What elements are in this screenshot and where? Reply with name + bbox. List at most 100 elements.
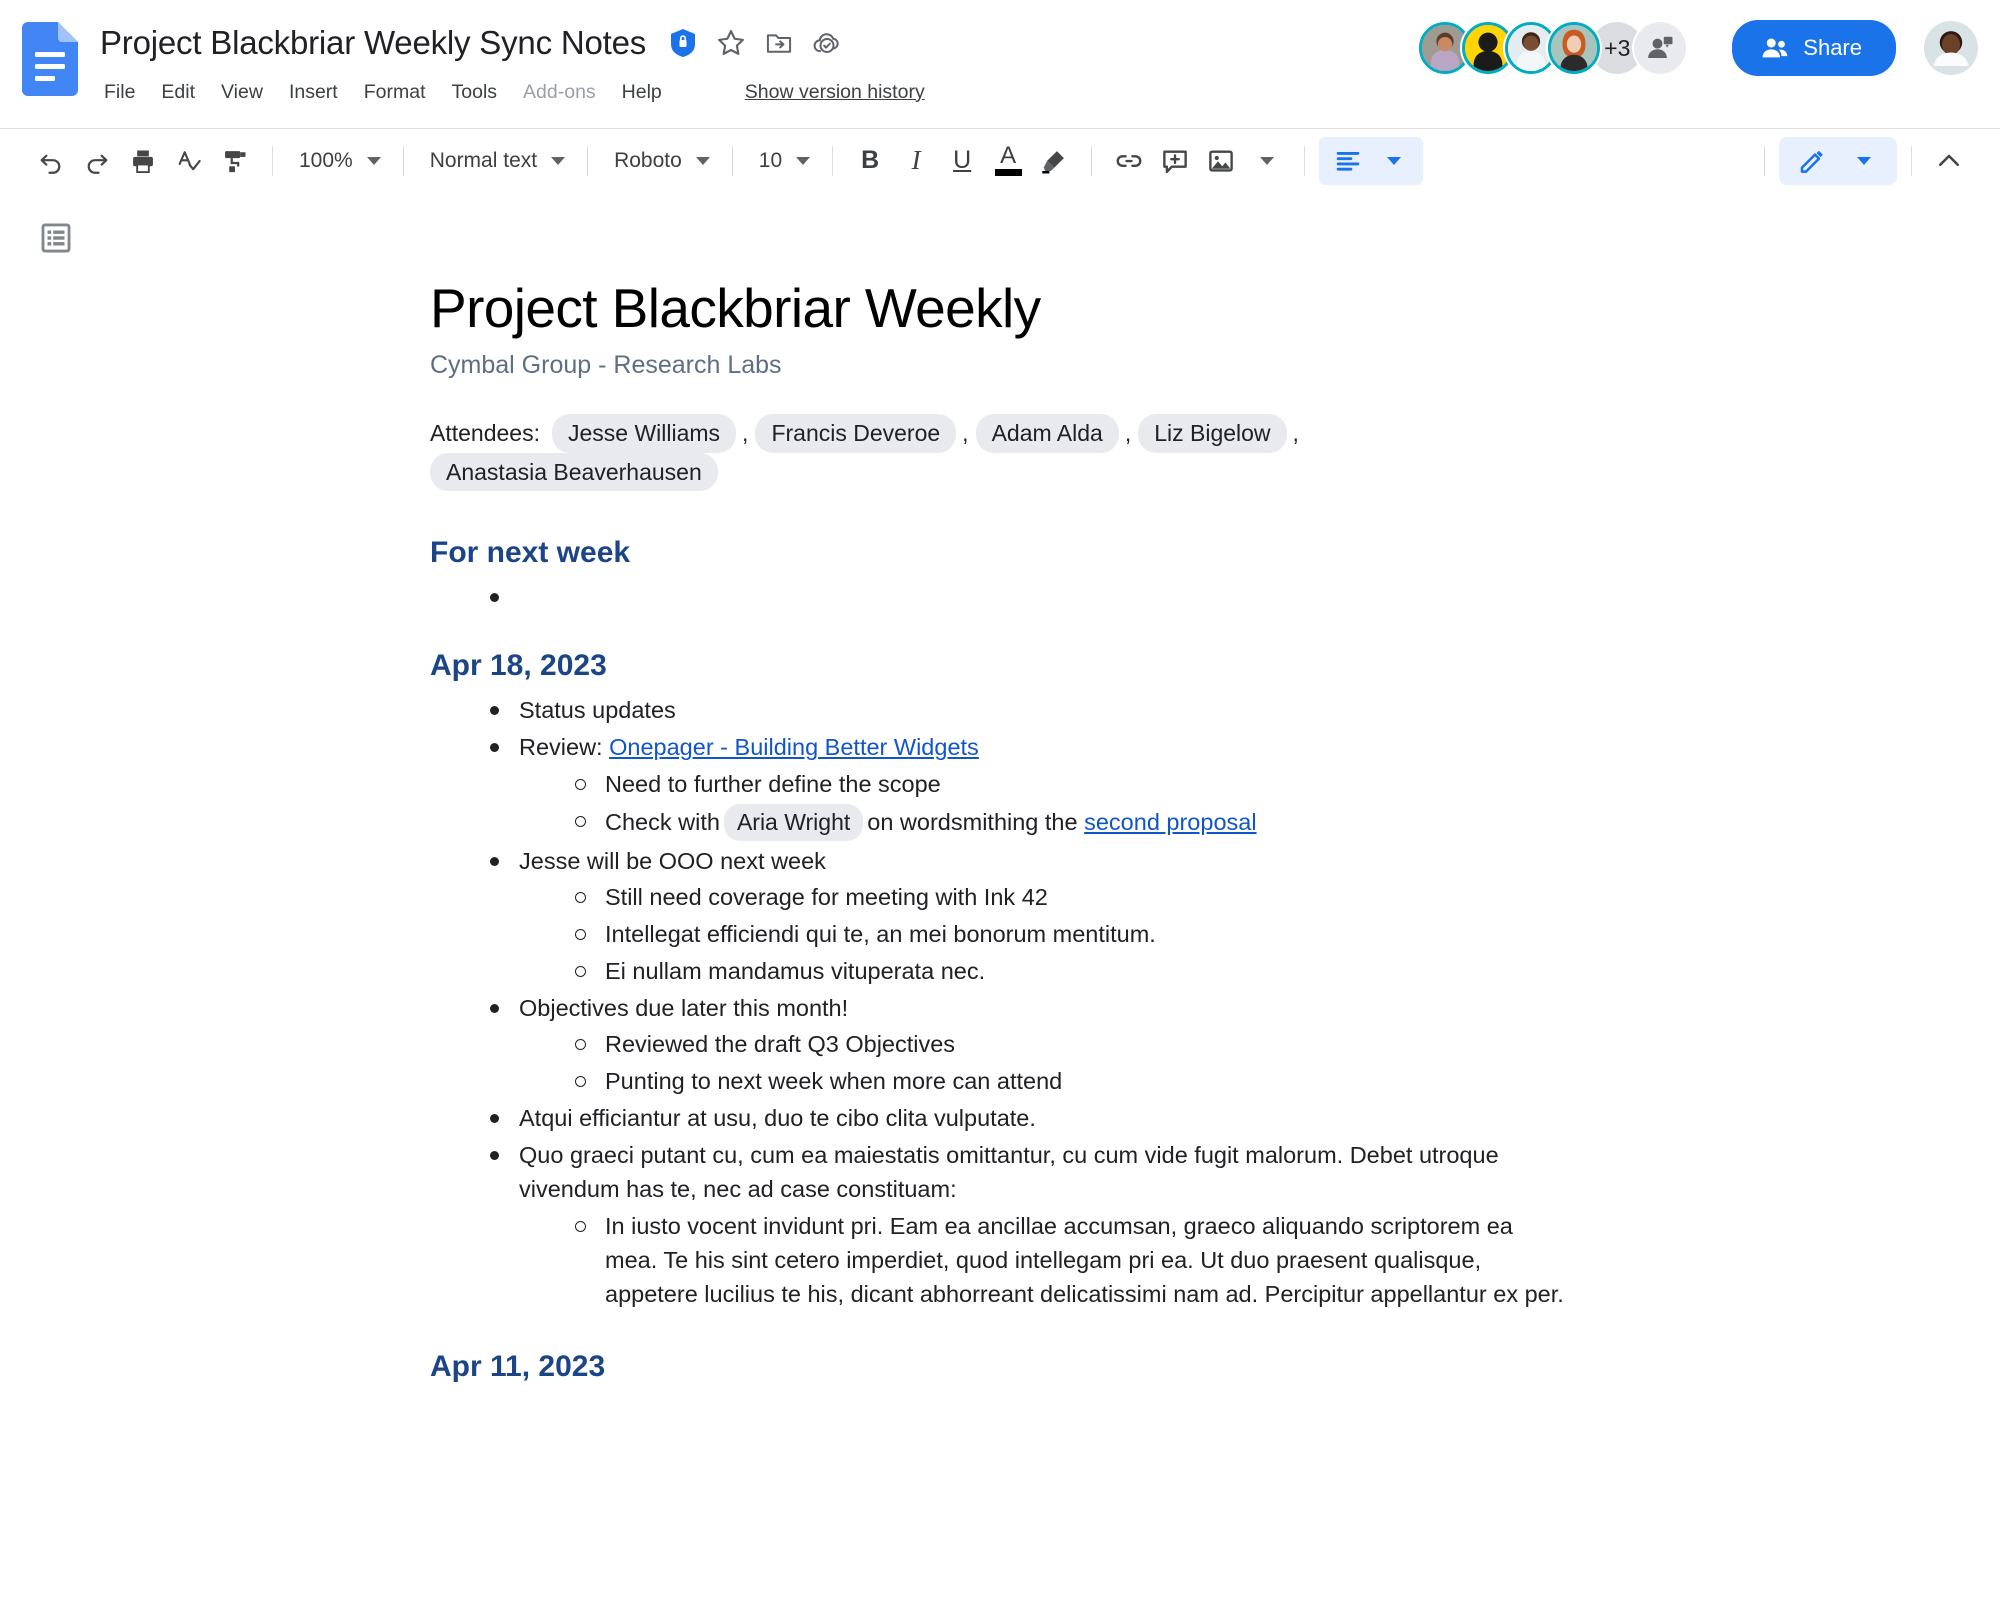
- user-account-avatar[interactable]: [1924, 21, 1978, 75]
- insert-link-icon[interactable]: [1106, 138, 1152, 184]
- list-item[interactable]: Need to further define the scope: [571, 767, 1570, 801]
- document-title[interactable]: Project Blackbriar Weekly Sync Notes: [100, 24, 646, 62]
- attendee-chip[interactable]: Jesse Williams: [551, 413, 737, 453]
- redo-icon[interactable]: [74, 138, 120, 184]
- font-size-dropdown[interactable]: 10: [747, 139, 818, 183]
- attendee-chip[interactable]: Liz Bigelow: [1138, 413, 1287, 453]
- formatting-toolbar: 100% Normal text Roboto 10 B I U A: [0, 128, 2000, 192]
- collapse-toolbar-icon[interactable]: [1926, 138, 1972, 184]
- chip-separator: ,: [1292, 419, 1299, 446]
- toolbar-divider: [587, 145, 589, 176]
- list-item[interactable]: Check with Aria Wright on wordsmithing the…: [571, 803, 1570, 841]
- font-family-dropdown[interactable]: Roboto: [602, 139, 718, 183]
- underline-icon[interactable]: U: [939, 138, 985, 184]
- list-item[interactable]: Ei nullam mandamus vituperata nec.: [571, 954, 1570, 988]
- chevron-down-icon: [1857, 156, 1871, 165]
- list-item[interactable]: Reviewed the draft Q3 Objectives: [571, 1027, 1570, 1061]
- list-item[interactable]: Punting to next week when more can atten…: [571, 1064, 1570, 1098]
- list-item-text: on wordsmithing the: [867, 808, 1078, 835]
- toolbar-divider: [832, 145, 834, 176]
- italic-icon[interactable]: I: [893, 138, 939, 184]
- print-icon[interactable]: [120, 138, 166, 184]
- list-item-text: Still need coverage for meeting with Ink…: [605, 883, 1048, 910]
- bold-icon[interactable]: B: [847, 138, 893, 184]
- toolbar-divider: [1091, 145, 1093, 176]
- attendees-row: Attendees: Jesse Williams , Francis Deve…: [430, 413, 1570, 492]
- list-item-text: Reviewed the draft Q3 Objectives: [605, 1031, 956, 1058]
- show-version-history-link[interactable]: Show version history: [745, 81, 925, 104]
- list-item-text: Ei nullam mandamus vituperata nec.: [605, 958, 986, 985]
- list-item[interactable]: In iusto vocent invidunt pri. Eam ea anc…: [571, 1209, 1570, 1311]
- editing-mode-dropdown[interactable]: [1841, 138, 1887, 184]
- star-icon[interactable]: [716, 28, 746, 58]
- menu-edit[interactable]: Edit: [148, 77, 208, 108]
- list-item-text: Punting to next week when more can atten…: [605, 1068, 1063, 1095]
- google-docs-logo-icon: [22, 22, 78, 96]
- attendee-chip[interactable]: Francis Deveroe: [755, 413, 957, 453]
- highlight-color-icon[interactable]: [1031, 138, 1077, 184]
- cloud-saved-icon[interactable]: [812, 28, 842, 58]
- add-collaborator-icon[interactable]: [1634, 22, 1687, 74]
- zoom-level-dropdown[interactable]: 100%: [287, 139, 389, 183]
- menu-view[interactable]: View: [208, 77, 276, 108]
- menu-bar: File Edit View Insert Format Tools Add-o…: [100, 74, 1978, 110]
- paint-format-icon[interactable]: [212, 138, 258, 184]
- text-color-swatch: [994, 169, 1022, 177]
- chevron-down-icon: [796, 156, 811, 165]
- menu-file[interactable]: File: [100, 77, 148, 108]
- list-item[interactable]: [486, 580, 1570, 610]
- list-item-text: Need to further define the scope: [605, 770, 941, 797]
- document-canvas: Project Blackbriar Weekly Cymbal Group -…: [0, 192, 2000, 1610]
- section-heading-apr-11: Apr 11, 2023: [430, 1349, 606, 1383]
- insert-image-dropdown[interactable]: [1244, 138, 1290, 184]
- paragraph-style-value: Normal text: [429, 148, 538, 172]
- align-dropdown[interactable]: [1371, 138, 1417, 184]
- align-left-icon[interactable]: [1325, 138, 1371, 184]
- add-comment-icon[interactable]: [1152, 138, 1198, 184]
- spellcheck-icon[interactable]: [166, 138, 212, 184]
- paragraph-style-dropdown[interactable]: Normal text: [418, 139, 573, 183]
- list-item-text: Jesse will be OOO next week: [519, 847, 826, 874]
- list-item[interactable]: Intellegat efficiendi qui te, an mei bon…: [571, 917, 1570, 951]
- share-people-icon: [1760, 33, 1790, 63]
- move-to-folder-icon[interactable]: [764, 28, 794, 58]
- insert-image-icon[interactable]: [1198, 138, 1244, 184]
- list-item[interactable]: Review: Onepager - Building Better Widge…: [486, 730, 1570, 841]
- text-color-icon[interactable]: A: [985, 138, 1031, 184]
- menu-format[interactable]: Format: [351, 77, 439, 108]
- avatar[interactable]: [1548, 22, 1601, 74]
- share-button-label: Share: [1803, 35, 1862, 60]
- chevron-down-icon: [1387, 156, 1402, 165]
- list-item[interactable]: Status updates: [486, 693, 1570, 727]
- header-right-cluster: +3 Share: [1419, 20, 1978, 76]
- person-chip-aria-wright[interactable]: Aria Wright: [723, 803, 864, 841]
- menu-insert[interactable]: Insert: [276, 77, 351, 108]
- second-proposal-link[interactable]: second proposal: [1084, 809, 1256, 835]
- list-item-text: Intellegat efficiendi qui te, an mei bon…: [605, 921, 1156, 948]
- onepager-link[interactable]: Onepager - Building Better Widgets: [609, 734, 979, 760]
- list-item[interactable]: Jesse will be OOO next week Still need c…: [486, 844, 1570, 988]
- toolbar-divider: [402, 145, 404, 176]
- share-button[interactable]: Share: [1732, 20, 1896, 76]
- toolbar-divider: [1304, 145, 1306, 176]
- chevron-down-icon: [695, 156, 710, 165]
- list-item[interactable]: Objectives due later this month! Reviewe…: [486, 991, 1570, 1098]
- list-item[interactable]: Atqui efficiantur at usu, duo te cibo cl…: [486, 1101, 1570, 1135]
- chip-separator: ,: [962, 419, 969, 446]
- undo-icon[interactable]: [28, 138, 74, 184]
- sublist: Need to further define the scope Check w…: [519, 767, 1570, 841]
- list-item-text: Check with: [605, 808, 720, 835]
- menu-help[interactable]: Help: [609, 77, 675, 108]
- italic-label: I: [911, 145, 921, 175]
- list-item-text: In iusto vocent invidunt pri. Eam ea anc…: [605, 1212, 1564, 1307]
- document-outline-icon[interactable]: [34, 216, 78, 260]
- editing-mode-pencil-icon[interactable]: [1789, 138, 1835, 184]
- attendee-chip[interactable]: Adam Alda: [975, 413, 1119, 453]
- document-page[interactable]: Project Blackbriar Weekly Cymbal Group -…: [430, 192, 1570, 1386]
- attendee-chip[interactable]: Anastasia Beaverhausen: [430, 452, 718, 492]
- list-item[interactable]: Quo graeci putant cu, cum ea maiestatis …: [486, 1138, 1570, 1310]
- list-item[interactable]: Still need coverage for meeting with Ink…: [571, 880, 1570, 914]
- page-title: Project Blackbriar Weekly: [430, 277, 1041, 339]
- shield-lock-icon[interactable]: [668, 28, 698, 58]
- menu-tools[interactable]: Tools: [439, 77, 511, 108]
